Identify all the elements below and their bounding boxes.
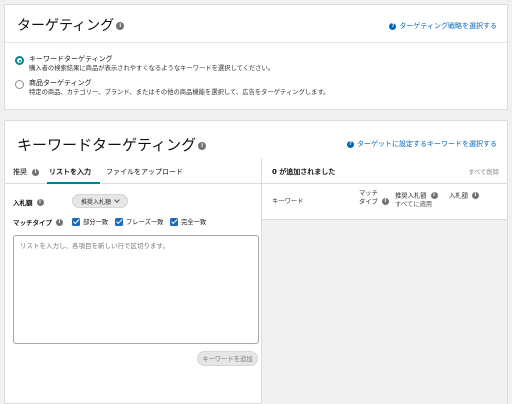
help-icon: ? [347, 140, 354, 148]
table-header: キーワード マッチ タイプ i 推奨入札額 i すべてに適用 入札額 i [262, 184, 507, 220]
keyword-targeting-option[interactable]: キーワードターゲティング 購入者の検索結果に商品が表示されやすくなるようなキーワ… [15, 55, 274, 73]
radio-unselected[interactable] [15, 80, 24, 89]
add-keywords-button-label: キーワードを追加 [202, 356, 253, 363]
suggested-bid-dropdown[interactable]: 推奨入札額 [72, 194, 128, 208]
info-icon[interactable]: i [116, 22, 125, 30]
apply-to-all-link[interactable]: すべてに適用 [395, 201, 438, 209]
info-icon[interactable]: i [198, 141, 207, 150]
product-targeting-desc: 特定の商品、カテゴリー、ブランド、またはその他の商品機能を選択して、広告をターゲ… [29, 89, 330, 96]
column-bid-text: 入札額 [449, 192, 468, 200]
clear-all-button[interactable]: すべて削除 [468, 167, 499, 176]
info-icon[interactable]: i [430, 192, 438, 199]
info-icon[interactable]: i [381, 198, 389, 205]
product-targeting-label: 商品ターゲティング [29, 79, 92, 87]
info-icon[interactable]: i [36, 198, 44, 206]
targeting-title: ターゲティング i [17, 15, 125, 35]
bid-label: 入札額 i [13, 197, 44, 207]
radio-selected[interactable] [15, 56, 24, 65]
checkbox-checked[interactable] [115, 217, 123, 226]
column-match-type: マッチ タイプ i [359, 190, 389, 207]
keyword-tabs: 推奨 i リストを入力 ファイルをアップロード [5, 158, 261, 184]
checkbox-checked[interactable] [72, 217, 80, 226]
chevron-down-icon [114, 197, 120, 203]
suggested-bid-dropdown-label: 推奨入札額 [80, 198, 111, 206]
keyword-targeting-panel: キーワードターゲティング i ? ターゲットに設定するキーワードを選択する 推奨 … [4, 120, 508, 404]
keyword-input-column: 推奨 i リストを入力 ファイルをアップロード 入札額 i 推奨入札額 マッチタ… [5, 158, 262, 404]
checkbox-checked[interactable] [170, 217, 178, 226]
match-type-label-text: マッチタイプ [13, 219, 52, 227]
targeting-strategy-link[interactable]: ? ターゲティング戦略を選択する [389, 21, 497, 31]
match-phrase-label: フレーズ一致 [126, 219, 164, 226]
added-count: 0 が追加されました [272, 168, 336, 176]
match-exact-label: 完全一致 [181, 219, 207, 226]
column-bid: 入札額 i [449, 192, 479, 201]
help-icon: ? [389, 22, 397, 30]
column-suggested-bid: 推奨入札額 i すべてに適用 [395, 192, 438, 209]
keyword-list-input[interactable] [13, 235, 259, 344]
targeting-strategy-link-text: ターゲティング戦略を選択する [399, 22, 497, 30]
added-keywords-column: 0 が追加されました すべて削除 キーワード マッチ タイプ i 推奨入札額 i… [262, 158, 507, 404]
tab-enter-list-label: リストを入力 [49, 168, 91, 176]
keyword-targeting-desc: 購入者の検索結果に商品が表示されやすくなるようなキーワードを選択してください。 [29, 65, 275, 72]
bid-label-text: 入札額 [13, 199, 33, 207]
match-broad-checkbox[interactable]: 部分一致 [72, 217, 108, 226]
column-suggested-bid-text: 推奨入札額 [395, 192, 427, 200]
info-icon[interactable]: i [32, 168, 39, 176]
active-tab-indicator [47, 182, 100, 184]
add-keywords-button[interactable]: キーワードを追加 [197, 351, 258, 366]
column-match-type-line2: タイプ i [359, 198, 389, 207]
info-icon[interactable]: i [56, 218, 63, 226]
match-broad-label: 部分一致 [83, 219, 109, 226]
targeting-title-text: ターゲティング [17, 18, 115, 34]
added-keywords-header: 0 が追加されました すべて削除 [262, 158, 507, 184]
select-keywords-link[interactable]: ? ターゲットに設定するキーワードを選択する [347, 139, 497, 149]
column-match-type-line1: マッチ [359, 190, 378, 197]
keyword-targeting-title-text: キーワードターゲティング [17, 136, 197, 154]
match-exact-checkbox[interactable]: 完全一致 [170, 217, 206, 226]
keyword-targeting-title: キーワードターゲティング i [17, 134, 207, 155]
tab-suggested-label: 推奨 [13, 168, 27, 176]
match-type-label: マッチタイプ i [13, 217, 63, 227]
tab-suggested[interactable]: 推奨 i [13, 167, 39, 177]
select-keywords-link-text: ターゲットに設定するキーワードを選択する [357, 140, 497, 148]
keyword-targeting-label: キーワードターゲティング [29, 55, 113, 63]
product-targeting-option[interactable]: 商品ターゲティング 特定の商品、カテゴリー、ブランド、またはその他の商品機能を選… [15, 79, 329, 97]
targeting-panel: ターゲティング i ? ターゲティング戦略を選択する キーワードターゲティング 購… [4, 4, 508, 110]
column-keyword: キーワード [272, 198, 304, 205]
match-phrase-checkbox[interactable]: フレーズ一致 [115, 217, 163, 226]
column-match-type-line2-text: タイプ [359, 198, 378, 206]
added-keywords-table-body [262, 220, 507, 404]
info-icon[interactable]: i [471, 192, 479, 199]
divider [5, 42, 507, 43]
tab-enter-list[interactable]: リストを入力 [49, 167, 91, 177]
tab-upload-file[interactable]: ファイルをアップロード [106, 167, 183, 177]
tab-upload-file-label: ファイルをアップロード [106, 168, 183, 176]
